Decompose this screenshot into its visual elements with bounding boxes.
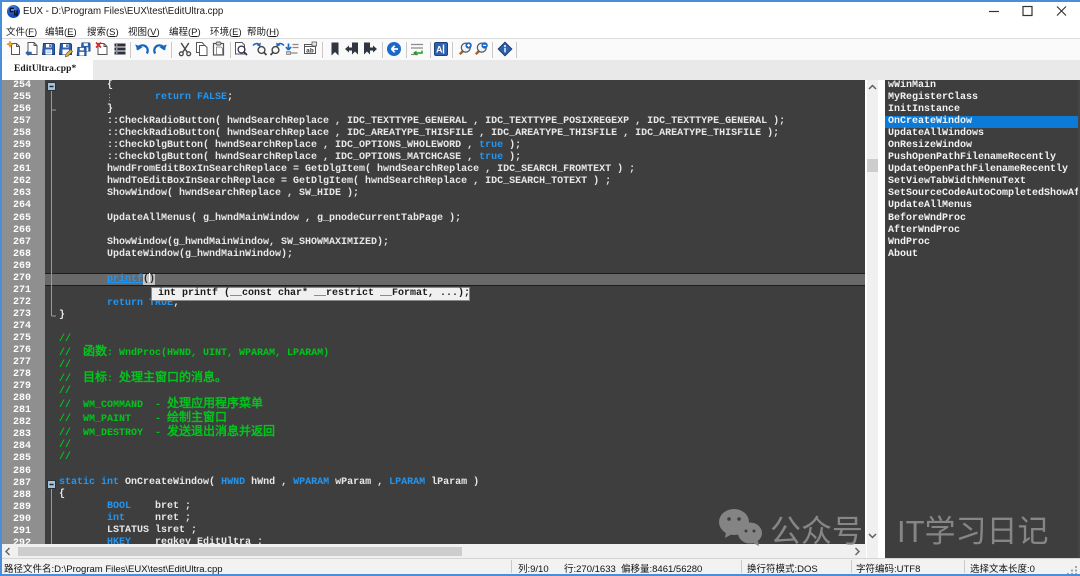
svg-text:ab: ab — [306, 48, 314, 55]
svg-text:A: A — [436, 45, 443, 55]
